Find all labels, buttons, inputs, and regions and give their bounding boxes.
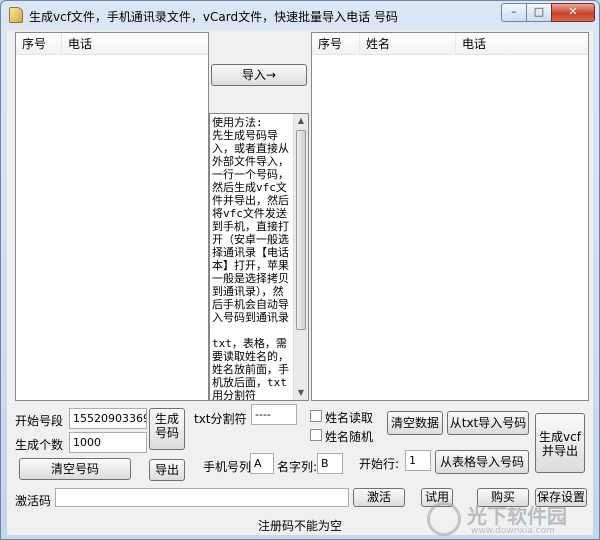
maximize-button[interactable]: □: [526, 3, 552, 22]
number-list-grid[interactable]: 序号 电话: [15, 32, 209, 401]
instructions-text: 使用方法: 先生成号码导入，或者直接从外部文件导入，一行一个号码，然后生成vfc…: [212, 116, 289, 401]
generate-numbers-button[interactable]: 生成号码: [149, 408, 185, 450]
window-title: 生成vcf文件，手机通讯录文件，vCard文件，快速批量导入电话 号码: [29, 10, 398, 24]
name-read-label[interactable]: 姓名读取: [325, 409, 373, 426]
activate-button[interactable]: 激活: [353, 488, 405, 507]
start-row-input[interactable]: 1: [405, 450, 431, 471]
activation-label: 激活码: [15, 494, 52, 508]
watermark-title: 光下软件园: [467, 504, 567, 528]
column-header-index[interactable]: 序号: [312, 33, 360, 55]
watermark-url: www.downxia.com: [471, 526, 555, 536]
activation-code-input[interactable]: [55, 488, 349, 507]
scroll-up-icon[interactable]: ▲: [295, 114, 307, 128]
scroll-thumb[interactable]: [296, 130, 306, 330]
count-input[interactable]: 1000: [69, 432, 147, 453]
column-header-phone[interactable]: 电话: [62, 33, 208, 55]
instructions-text-area[interactable]: 使用方法: 先生成号码导入，或者直接从外部文件导入，一行一个号码，然后生成vfc…: [209, 113, 309, 401]
count-label: 生成个数: [15, 438, 64, 452]
phone-column-input[interactable]: A: [250, 453, 274, 474]
watermark-logo-icon: [427, 502, 461, 536]
name-read-checkbox[interactable]: [310, 410, 322, 422]
column-header-name[interactable]: 姓名: [360, 33, 456, 55]
close-button[interactable]: ✕: [551, 3, 595, 22]
txt-separator-label: txt分割符: [194, 412, 247, 426]
clear-data-button[interactable]: 清空数据: [387, 411, 443, 435]
txt-separator-input[interactable]: ----: [251, 404, 297, 425]
title-bar: 生成vcf文件，手机通讯录文件，vCard文件，快速批量导入电话 号码 – □ …: [1, 1, 599, 29]
start-number-label: 开始号段: [15, 414, 64, 428]
app-icon: [9, 7, 23, 23]
app-window: 生成vcf文件，手机通讯录文件，vCard文件，快速批量导入电话 号码 – □ …: [0, 0, 600, 540]
scroll-down-icon[interactable]: ▼: [295, 386, 307, 400]
clear-numbers-button[interactable]: 清空号码: [19, 458, 131, 480]
grid-header: 序号 电话: [16, 33, 208, 55]
export-button[interactable]: 导出: [149, 459, 185, 481]
minimize-button[interactable]: –: [501, 3, 527, 22]
column-header-phone[interactable]: 电话: [456, 33, 588, 55]
import-from-txt-button[interactable]: 从txt导入号码: [447, 411, 529, 435]
name-column-label: 名字列:: [277, 460, 318, 474]
name-random-label[interactable]: 姓名随机: [325, 428, 373, 445]
name-random-checkbox[interactable]: [310, 429, 322, 441]
generate-vcf-export-button[interactable]: 生成vcf并导出: [535, 413, 585, 473]
grid-header: 序号 姓名 电话: [312, 33, 588, 55]
import-from-table-button[interactable]: 从表格导入号码: [435, 450, 529, 474]
start-row-label: 开始行:: [359, 457, 400, 471]
contacts-grid[interactable]: 序号 姓名 电话: [311, 32, 589, 401]
start-number-input[interactable]: 15520903369: [69, 408, 147, 429]
name-column-input[interactable]: B: [317, 453, 343, 474]
client-area: 序号 电话 导入→ 使用方法: 先生成号码导入，或者直接从外部文件导入，一行一个…: [7, 30, 593, 536]
instructions-scrollbar[interactable]: ▲ ▼: [293, 114, 308, 400]
column-header-index[interactable]: 序号: [16, 33, 62, 55]
phone-column-label: 手机号列: [203, 460, 252, 474]
watermark: 光下软件园 www.downxia.com: [427, 500, 597, 540]
import-button[interactable]: 导入→: [211, 64, 307, 86]
